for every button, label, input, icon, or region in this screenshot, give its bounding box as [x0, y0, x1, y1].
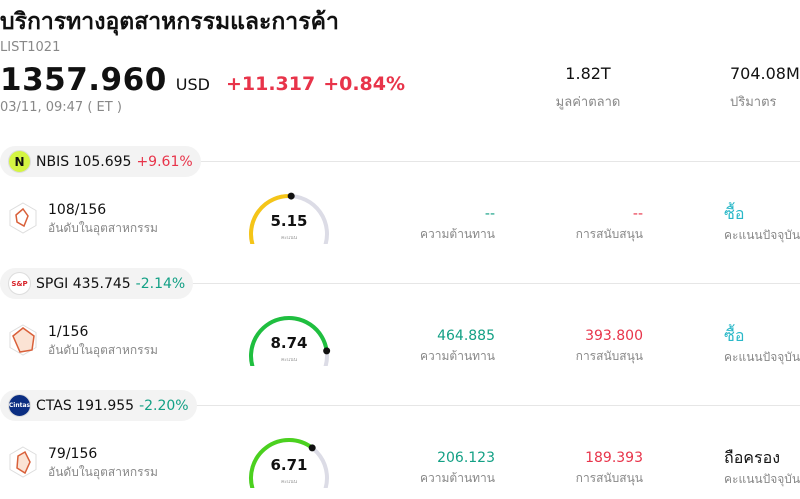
industry-rank-label: อันดับในอุตสาหกรรม: [48, 343, 158, 357]
industry-rank: 108/156: [48, 202, 107, 218]
stock-ticker: NBIS: [36, 153, 70, 170]
market-cap-label: มูลค่าตลาด: [555, 95, 621, 110]
score-sub-label: คะแนน: [280, 479, 298, 485]
stock-price: 105.695: [73, 153, 132, 170]
industry-rank: 1/156: [48, 324, 89, 340]
stock-section: Cintas CTAS 191.955 -2.20% 79/156 อันดับใ…: [0, 390, 800, 499]
resistance-value: 206.123: [437, 450, 495, 466]
rating-label: คะแนนปัจจุบัน: [724, 228, 800, 242]
company-logo-icon: N: [8, 150, 31, 173]
industry-rank-label: อันดับในอุตสาหกรรม: [48, 465, 158, 479]
rating-label: คะแนนปัจจุบัน: [724, 350, 800, 364]
price-change-percent: +0.84%: [323, 73, 406, 95]
stock-ticker: CTAS: [36, 397, 72, 414]
support-value: 189.393: [585, 450, 643, 466]
support-label: การสนับสนุน: [575, 471, 643, 485]
rank-hexagon-icon: [9, 446, 37, 478]
currency-label: USD: [175, 75, 210, 94]
resistance-label: ความต้านทาน: [420, 471, 495, 485]
price-change: +11.317: [225, 73, 316, 95]
rating-value: ซื้อ: [724, 326, 745, 345]
price-row: 1357.960 USD +11.317 +0.84%: [0, 62, 405, 98]
rank-hexagon-icon: [9, 202, 37, 234]
company-logo-icon: Cintas: [8, 394, 31, 417]
rating-label: คะแนนปัจจุบัน: [724, 472, 800, 486]
gauge-marker: [287, 192, 295, 200]
score-value: 8.74: [270, 334, 308, 352]
resistance-label: ความต้านทาน: [420, 227, 495, 241]
stock-price: 191.955: [76, 397, 135, 414]
stock-section: S&P SPGI 435.745 -2.14% 1/156 อันดับในอุต…: [0, 268, 800, 390]
market-cap-metric: 1.82T มูลค่าตลาด: [540, 64, 636, 112]
score-sub-label: คะแนน: [280, 357, 298, 363]
index-price: 1357.960: [0, 62, 167, 98]
rating-value: ซื้อ: [724, 204, 745, 223]
stock-section: N NBIS 105.695 +9.61% 108/156 อันดับในอุต…: [0, 146, 800, 268]
support-label: การสนับสนุน: [575, 227, 643, 241]
stock-chip[interactable]: S&P SPGI 435.745 -2.14%: [0, 268, 194, 299]
resistance-label: ความต้านทาน: [420, 349, 495, 363]
score-value: 5.15: [270, 212, 308, 230]
company-logo-icon: S&P: [8, 272, 31, 295]
score-value: 6.71: [270, 456, 308, 474]
stock-change: -2.20%: [139, 397, 189, 414]
gauge-marker: [308, 444, 316, 452]
rank-hexagon-icon: [9, 324, 37, 356]
stock-change: -2.14%: [135, 275, 186, 292]
resistance-value: --: [484, 206, 495, 222]
page-title: บริการทางอุตสาหกรรมและการค้า: [0, 9, 339, 35]
support-value: 393.800: [585, 328, 643, 344]
industry-rank: 79/156: [48, 446, 98, 462]
market-cap-value: 1.82T: [565, 64, 611, 83]
rating-value: ถือครอง: [724, 448, 781, 467]
volume-value: 704.08M: [730, 64, 800, 83]
stock-change: +9.61%: [136, 153, 193, 170]
timestamp: 03/11, 09:47 ( ET ): [0, 100, 122, 115]
volume-label: ปริมาตร: [730, 95, 777, 110]
stock-chip[interactable]: N NBIS 105.695 +9.61%: [0, 146, 201, 177]
industry-rank-label: อันดับในอุตสาหกรรม: [48, 221, 158, 235]
stock-chip[interactable]: Cintas CTAS 191.955 -2.20%: [0, 390, 197, 421]
support-value: --: [632, 206, 643, 222]
score-sub-label: คะแนน: [280, 235, 298, 241]
stock-ticker: SPGI: [36, 275, 69, 292]
volume-metric: 704.08M ปริมาตร: [730, 64, 800, 112]
resistance-value: 464.885: [437, 328, 495, 344]
support-label: การสนับสนุน: [575, 349, 643, 363]
stock-price: 435.745: [72, 275, 131, 292]
index-code: LIST1021: [0, 40, 61, 55]
